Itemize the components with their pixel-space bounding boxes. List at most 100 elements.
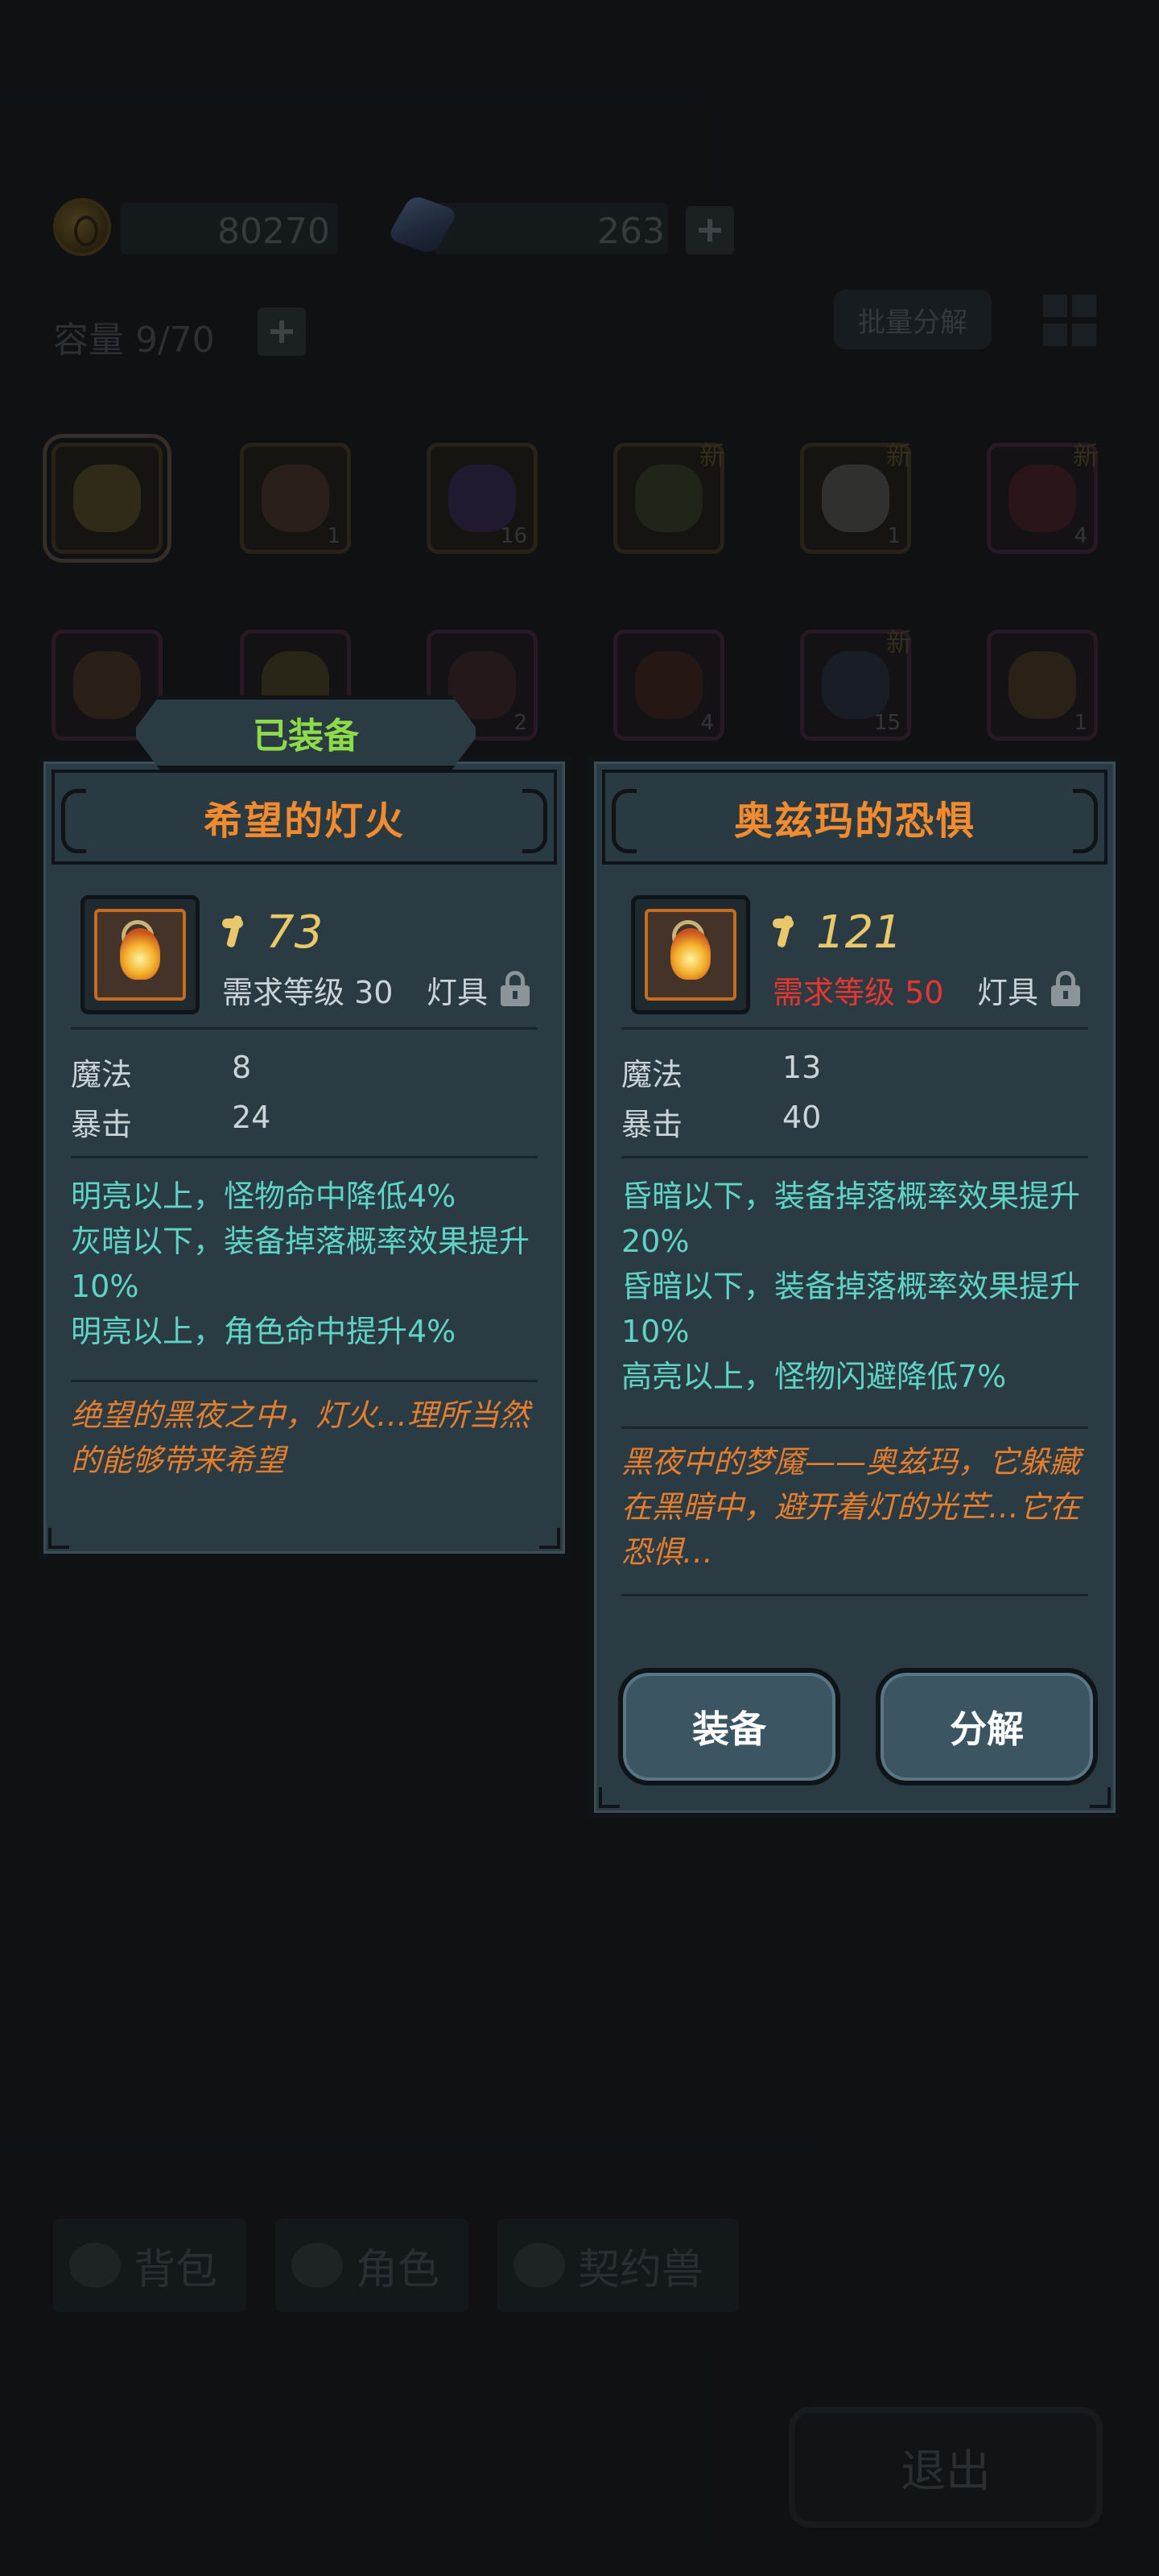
- paw-icon: [514, 2243, 565, 2288]
- character-icon: [291, 2243, 343, 2288]
- new-badge: 新: [1072, 440, 1099, 471]
- equipped-badge-label: 已装备: [253, 716, 359, 757]
- divider: [621, 1594, 1088, 1596]
- item-icon: [822, 464, 889, 532]
- effect-line: 昏暗以下，装备掉落概率效果提升20%: [621, 1179, 1081, 1259]
- new-item-header: 奥兹玛的恐惧: [602, 770, 1107, 865]
- power-icon: [222, 915, 246, 951]
- tab-backpack[interactable]: 背包: [53, 2219, 246, 2312]
- corner-ornament: [539, 1528, 560, 1549]
- expand-capacity-button[interactable]: [258, 308, 306, 356]
- new-badge: 新: [885, 627, 912, 658]
- equipped-slot-type: 灯具: [426, 975, 488, 1010]
- stat-value: 24: [232, 1100, 271, 1135]
- header-ornament-left: [61, 789, 86, 853]
- divider: [71, 1027, 538, 1030]
- equipped-item-name: 希望的灯火: [203, 799, 405, 844]
- inventory-slot[interactable]: 15 新: [800, 627, 912, 741]
- tab-character[interactable]: 角色: [275, 2219, 468, 2312]
- item-icon: [73, 651, 141, 719]
- corner-ornament: [599, 1787, 620, 1808]
- item-icon: [635, 464, 703, 532]
- new-badge: 新: [699, 440, 725, 471]
- item-count: 2: [514, 711, 527, 735]
- stat-row: 魔法 13: [621, 1050, 821, 1094]
- lock-icon[interactable]: [501, 971, 530, 1006]
- item-icon: [1008, 464, 1076, 532]
- stat-value: 40: [782, 1100, 822, 1135]
- lantern-icon: [645, 909, 736, 1001]
- new-item-icon-frame: [631, 895, 750, 1014]
- grid-view-icon[interactable]: [1043, 295, 1101, 349]
- item-icon: [73, 464, 141, 532]
- new-item-name: 奥兹玛的恐惧: [733, 799, 975, 844]
- stat-row: 暴击 40: [621, 1100, 821, 1144]
- crystal-amount: 263: [597, 211, 665, 252]
- new-item-power: 121: [773, 906, 902, 959]
- tab-pets-label: 契约兽: [578, 2245, 704, 2294]
- item-icon: [635, 651, 703, 719]
- corner-ornament: [1090, 1787, 1111, 1808]
- equipped-item-panel: 希望的灯火 73 需求等级 30 灯具 魔法 8 暴击 24 明亮以上，怪物命中…: [39, 757, 570, 1558]
- equipped-level-requirement: 需求等级 30: [222, 975, 394, 1010]
- corner-ornament: [48, 1528, 69, 1549]
- inventory-slot[interactable]: 新: [613, 440, 725, 554]
- item-icon: [1008, 651, 1076, 719]
- tab-character-label: 角色: [356, 2245, 440, 2294]
- power-icon: [773, 915, 797, 951]
- stat-row: 魔法 8: [71, 1050, 251, 1094]
- header-ornament-left: [612, 789, 637, 853]
- new-item-panel: 奥兹玛的恐惧 121 需求等级 50 灯具 魔法 13 暴击 40 昏暗以下，装…: [589, 757, 1120, 1818]
- backpack-icon: [69, 2243, 121, 2288]
- equipped-power-value: 73: [266, 906, 324, 959]
- exit-button[interactable]: 退出: [789, 2407, 1103, 2528]
- tab-pets[interactable]: 契约兽: [497, 2219, 739, 2312]
- item-count: 15: [873, 711, 901, 735]
- equipped-item-power: 73: [222, 906, 323, 959]
- new-slot-type: 灯具: [976, 975, 1038, 1010]
- divider: [621, 1156, 1088, 1158]
- tab-backpack-label: 背包: [134, 2245, 218, 2294]
- stat-name: 魔法: [621, 1057, 683, 1092]
- equip-button[interactable]: 装备: [618, 1668, 840, 1785]
- item-count: 1: [327, 524, 340, 548]
- effect-line: 灰暗以下，装备掉落概率效果提升10%: [71, 1224, 530, 1304]
- divider: [621, 1027, 1088, 1030]
- header-ornament-right: [522, 789, 547, 853]
- divider: [71, 1380, 538, 1382]
- lock-icon[interactable]: [1051, 971, 1080, 1006]
- equipped-item-icon-frame: [80, 895, 200, 1014]
- stat-row: 暴击 24: [71, 1100, 270, 1144]
- effect-line: 明亮以上，角色命中提升4%: [71, 1314, 456, 1349]
- effect-line: 明亮以上，怪物命中降低4%: [71, 1179, 456, 1214]
- inventory-slot[interactable]: [43, 434, 171, 563]
- stat-name: 暴击: [621, 1107, 683, 1142]
- batch-dismantle-button[interactable]: 批量分解: [834, 290, 992, 349]
- inventory-slot[interactable]: 16: [427, 443, 538, 554]
- equipped-item-header: 希望的灯火: [52, 770, 557, 865]
- new-power-value: 121: [816, 906, 902, 959]
- dismantle-button[interactable]: 分解: [876, 1668, 1098, 1785]
- gold-coin-icon: [53, 198, 111, 256]
- stat-value: 8: [232, 1050, 252, 1085]
- stat-value: 13: [782, 1050, 822, 1085]
- new-badge: 新: [885, 440, 912, 471]
- equipped-flavor-text: 绝望的黑夜之中，灯火…理所当然的能够带来希望: [71, 1397, 530, 1478]
- stat-name: 暴击: [71, 1107, 133, 1142]
- item-count: 4: [1074, 524, 1087, 548]
- inventory-slot[interactable]: 1: [240, 443, 351, 554]
- inventory-slot[interactable]: 4新: [987, 440, 1099, 554]
- new-level-requirement: 需求等级 50: [773, 975, 944, 1010]
- inventory-slot[interactable]: 4: [613, 630, 724, 741]
- add-crystals-button[interactable]: [686, 206, 734, 254]
- new-effects: 昏暗以下，装备掉落概率效果提升20% 昏暗以下，装备掉落概率效果提升10% 高亮…: [621, 1174, 1091, 1399]
- divider: [71, 1156, 538, 1158]
- inventory-slot[interactable]: 1: [987, 630, 1098, 741]
- lantern-icon: [94, 909, 186, 1001]
- new-flavor-text: 黑夜中的梦魇——奥兹玛，它躲藏在黑暗中，避开着灯的光芒…它在恐惧…: [621, 1444, 1081, 1570]
- item-count: 16: [500, 524, 527, 548]
- item-icon: [822, 651, 889, 719]
- item-icon: [448, 464, 516, 532]
- header-ornament-right: [1073, 789, 1098, 853]
- inventory-slot[interactable]: 1新: [800, 440, 912, 554]
